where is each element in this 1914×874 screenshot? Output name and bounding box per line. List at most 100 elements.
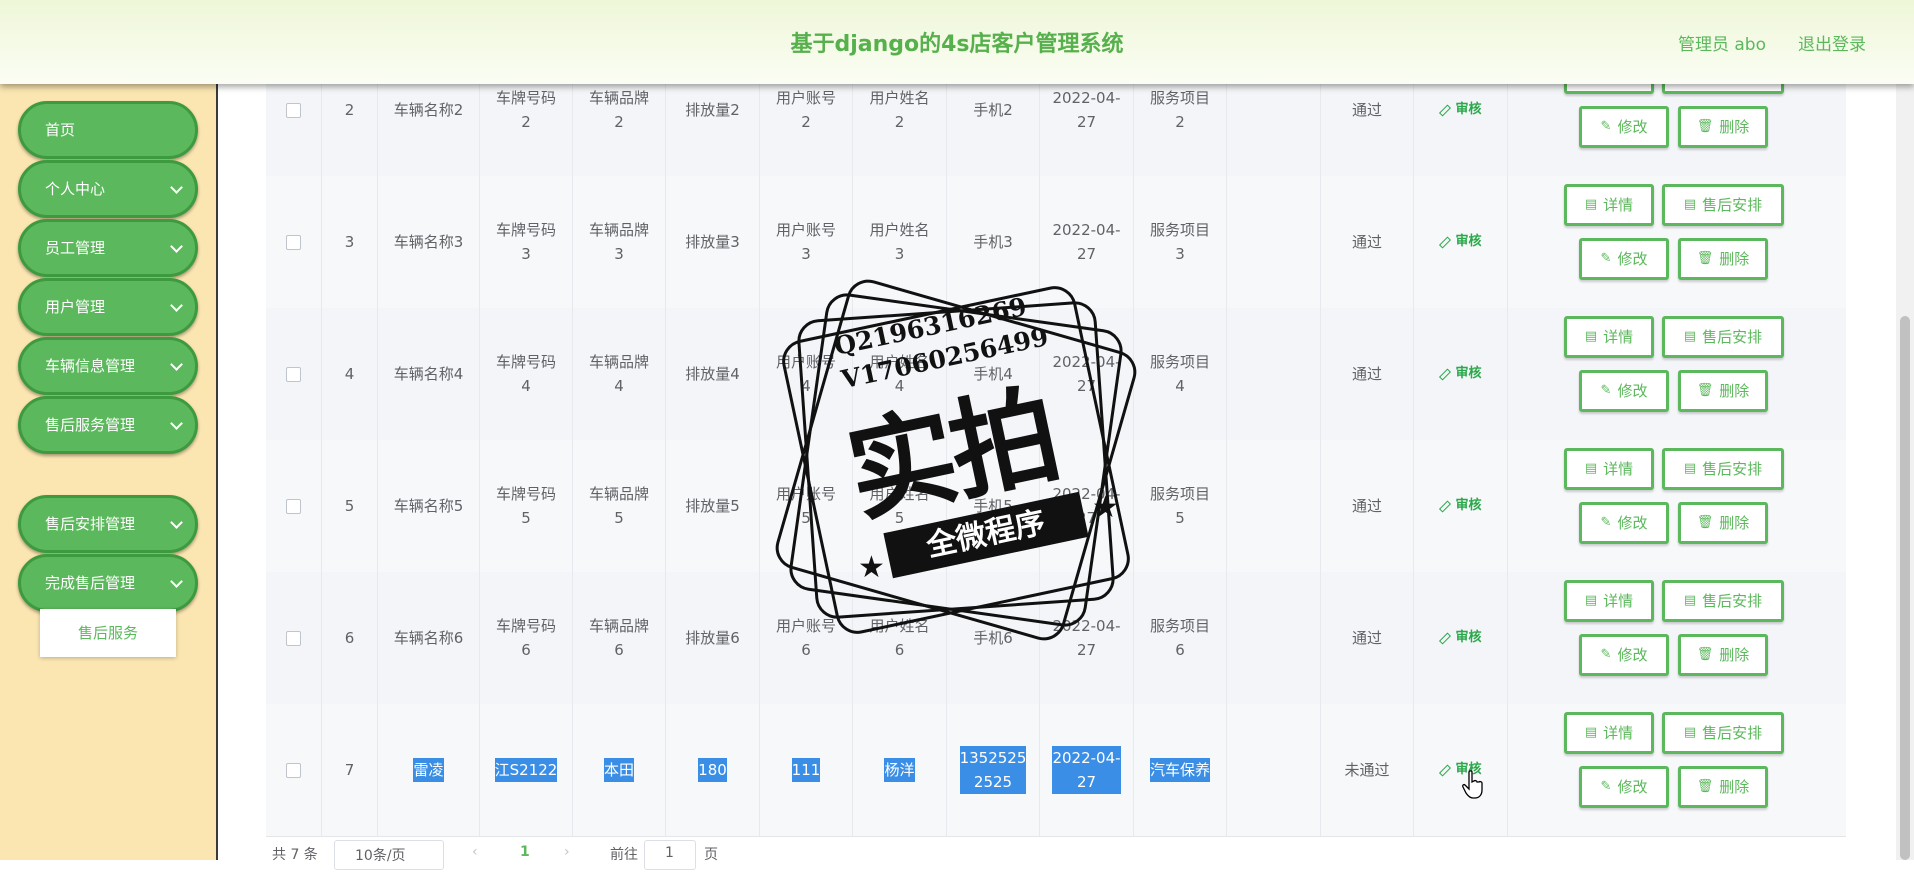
edit-button[interactable]: ✎ 修改 — [1579, 766, 1669, 808]
page-size-value: 10条/页 — [355, 848, 406, 864]
row-checkbox[interactable] — [286, 102, 301, 118]
sidebar-item-6[interactable]: 售后安排管理 — [18, 495, 198, 553]
cell-plate: 车牌号码 4 — [480, 308, 573, 440]
cell-text-car_name: 雷凌 — [413, 758, 444, 782]
arrange-label: 售后安排 — [1702, 328, 1763, 346]
detail-button[interactable]: ▤ 详情 — [1564, 712, 1654, 754]
delete-label: 删除 — [1719, 118, 1750, 136]
row-checkbox[interactable] — [286, 366, 301, 382]
detail-label: 详情 — [1603, 592, 1634, 610]
cell-account: 用户账号 3 — [760, 176, 853, 308]
page-scrollbar[interactable] — [1896, 84, 1914, 860]
pen-icon: ✎ — [1600, 383, 1612, 398]
audit-link[interactable]: 审核 — [1439, 494, 1482, 518]
detail-button[interactable]: ▤ 详情 — [1564, 448, 1654, 490]
cell-act: ▤ 详情 ▤ 售后安排 ✎ 修改 🗑 删除 — [1508, 308, 1846, 440]
detail-button[interactable]: ▤ 详情 — [1564, 316, 1654, 358]
edit-button[interactable]: ✎ 修改 — [1579, 238, 1669, 280]
cell-text-username: 用户姓名 2 — [869, 89, 930, 131]
cell-text-username: 用户姓名 3 — [869, 221, 930, 263]
audit-link[interactable]: 审核 — [1439, 626, 1482, 650]
delete-button[interactable]: 🗑 删除 — [1678, 238, 1768, 280]
page-size-select[interactable]: 10条/页 — [334, 840, 444, 870]
document-icon: ▤ — [1683, 197, 1697, 212]
document-icon: ▤ — [1683, 725, 1697, 740]
edit-button[interactable]: ✎ 修改 — [1579, 370, 1669, 412]
cell-blank — [1227, 176, 1321, 308]
arrange-button[interactable]: ▤ 售后安排 — [1662, 316, 1784, 358]
edit-button[interactable]: ✎ 修改 — [1579, 634, 1669, 676]
chevron-down-icon — [170, 575, 183, 588]
trash-icon: 🗑 — [1696, 647, 1714, 662]
scrollbar-thumb[interactable] — [1900, 316, 1910, 860]
delete-button[interactable]: 🗑 删除 — [1678, 370, 1768, 412]
delete-label: 删除 — [1719, 382, 1750, 400]
delete-button[interactable]: 🗑 删除 — [1678, 106, 1768, 148]
sidebar-item-4[interactable]: 车辆信息管理 — [18, 337, 198, 395]
sidebar-item-2[interactable]: 员工管理 — [18, 219, 198, 277]
detail-button[interactable]: ▤ 详情 — [1564, 184, 1654, 226]
sidebar-item-label: 用户管理 — [45, 298, 106, 316]
logout-link[interactable]: 退出登录 — [1798, 30, 1866, 55]
cell-blank — [1227, 440, 1321, 572]
arrange-button[interactable]: ▤ 售后安排 — [1662, 712, 1784, 754]
sidebar-item-0[interactable]: 首页 — [18, 101, 198, 159]
arrange-button[interactable]: ▤ 售后安排 — [1662, 448, 1784, 490]
detail-button[interactable]: ▤ 详情 — [1564, 580, 1654, 622]
cell-text-account: 用户账号 3 — [775, 221, 836, 263]
cell-text-displacement: 排放量4 — [685, 365, 740, 383]
current-page[interactable]: 1 — [520, 844, 530, 860]
goto-label: 前往 — [610, 847, 638, 863]
sidebar-item-3[interactable]: 用户管理 — [18, 278, 198, 336]
audit-link[interactable]: 审核 — [1439, 98, 1482, 122]
pen-icon — [1439, 499, 1452, 513]
audit-link[interactable]: 审核 — [1439, 362, 1482, 386]
row-id: 6 — [344, 629, 355, 647]
edit-label: 修改 — [1617, 778, 1648, 796]
edit-button[interactable]: ✎ 修改 — [1579, 502, 1669, 544]
delete-button[interactable]: 🗑 删除 — [1678, 766, 1768, 808]
cell-text-brand: 车辆品牌 5 — [588, 485, 649, 527]
cell-blank — [1227, 572, 1321, 704]
sidebar-item-5[interactable]: 售后服务管理 — [18, 396, 198, 454]
cell-chk — [266, 308, 322, 440]
cell-brand: 车辆品牌 5 — [573, 440, 666, 572]
row-checkbox[interactable] — [286, 762, 301, 778]
arrange-button[interactable]: ▤ 售后安排 — [1662, 184, 1784, 226]
cell-text-car_name: 车辆名称3 — [393, 233, 464, 251]
cell-phone: 1352525 2525 — [947, 704, 1040, 836]
admin-user-label: 管理员 abo — [1677, 35, 1766, 55]
cell-status: 通过 — [1321, 176, 1414, 308]
arrange-label: 售后安排 — [1702, 724, 1763, 742]
cell-plate: 车牌号码 5 — [480, 440, 573, 572]
cell-text-date: 2022-04- 27 — [1052, 485, 1121, 527]
goto-page-input[interactable]: 1 — [644, 840, 696, 870]
row-checkbox[interactable] — [286, 498, 301, 514]
arrange-button[interactable]: ▤ 售后安排 — [1662, 580, 1784, 622]
arrange-label: 售后安排 — [1702, 196, 1763, 214]
cell-audit: 审核 — [1414, 704, 1508, 836]
edit-button[interactable]: ✎ 修改 — [1579, 106, 1669, 148]
cell-chk — [266, 704, 322, 836]
sidebar-item-7[interactable]: 完成售后管理 — [18, 554, 198, 612]
cell-text-username: 杨洋 — [884, 758, 915, 782]
cell-username: 用户姓名 5 — [853, 440, 947, 572]
chevron-down-icon — [170, 181, 183, 194]
chevron-down-icon — [170, 516, 183, 529]
prev-page-icon[interactable]: ‹ — [472, 844, 478, 860]
next-page-icon[interactable]: › — [564, 844, 570, 860]
trash-icon: 🗑 — [1696, 383, 1714, 398]
submenu-item-after-sales-service[interactable]: 售后服务 — [40, 609, 176, 657]
delete-button[interactable]: 🗑 删除 — [1678, 634, 1768, 676]
table-row: 7 雷凌 江S2122 本田 180 111 杨洋 1352525 2525 2022-04- … — [266, 704, 1846, 837]
audit-label: 审核 — [1455, 630, 1482, 645]
pen-icon: ✎ — [1600, 515, 1612, 530]
row-checkbox[interactable] — [286, 630, 301, 646]
audit-link[interactable]: 审核 — [1439, 230, 1482, 254]
cell-chk — [266, 176, 322, 308]
cell-service: 服务项目 5 — [1134, 440, 1227, 572]
delete-button[interactable]: 🗑 删除 — [1678, 502, 1768, 544]
row-checkbox[interactable] — [286, 234, 301, 250]
sidebar-item-1[interactable]: 个人中心 — [18, 160, 198, 218]
cell-text-brand: 本田 — [603, 758, 634, 782]
